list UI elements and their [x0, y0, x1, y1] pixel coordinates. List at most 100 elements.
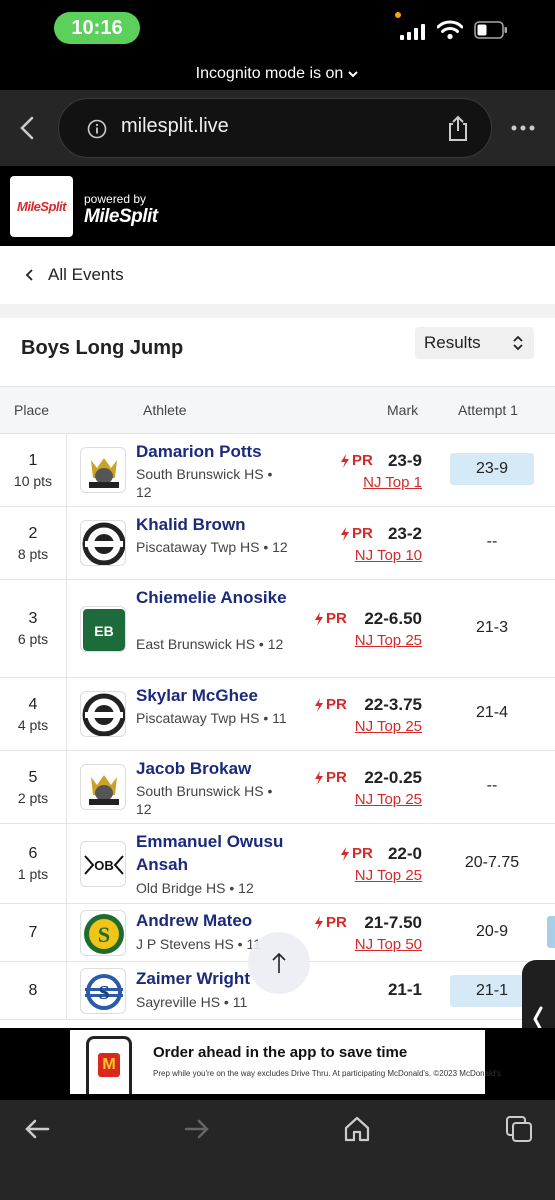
athlete-school: Old Bridge HS • 12 [136, 880, 254, 896]
header-attempt: Attempt 1 [458, 402, 518, 418]
rank-link[interactable]: NJ Top 10 [355, 547, 422, 564]
milesplit-logo-text: MileSplit [17, 199, 66, 214]
site-info-icon[interactable] [87, 119, 107, 139]
rank-link[interactable]: NJ Top 25 [355, 791, 422, 808]
event-title: Boys Long Jump [21, 337, 184, 359]
athlete-name[interactable]: Chiemelie Anosike [136, 586, 306, 609]
mark-value: 21-7.50 [364, 913, 422, 932]
table-row[interactable]: 4 4 pts Skylar McGhee Piscataway Twp HS … [0, 678, 555, 751]
share-icon[interactable] [445, 114, 471, 142]
athlete-name[interactable]: Andrew Mateo [136, 909, 306, 932]
battery-icon [474, 21, 507, 39]
sayreville-logo: S [80, 968, 126, 1014]
all-events-label: All Events [48, 265, 124, 284]
chevron-down-icon [348, 71, 359, 78]
athlete-name[interactable]: Skylar McGhee [136, 684, 306, 707]
pr-label: PR [326, 914, 347, 931]
athlete-name[interactable]: Jacob Brokaw [136, 757, 306, 780]
powered-by-brand: MileSplit [84, 206, 158, 227]
attempt-value: 21-3 [475, 619, 509, 636]
athlete-name[interactable]: Emmanuel Owusu Ansah [136, 830, 306, 876]
rank-link[interactable]: NJ Top 50 [355, 936, 422, 953]
attempt-value: 23-9 [450, 453, 534, 485]
status-time: 10:16 [54, 12, 140, 44]
table-row[interactable]: 3 6 pts EB Chiemelie Anosike East Brunsw… [0, 580, 555, 678]
advertisement[interactable]: M Order ahead in the app to save time Pr… [70, 1030, 501, 1094]
pr-badge: PR [314, 696, 347, 713]
incognito-banner[interactable]: Incognito mode is on [0, 58, 555, 90]
back-arrow-icon[interactable] [22, 1114, 52, 1144]
lightning-icon [315, 915, 323, 930]
athlete-name[interactable]: Damarion Potts [136, 440, 306, 463]
place-cell: 7 [0, 904, 67, 961]
mark-value: 23-2 [387, 524, 422, 543]
place-number: 1 [28, 451, 38, 469]
athlete-name[interactable]: Khalid Brown [136, 513, 306, 536]
header-place: Place [14, 402, 50, 418]
old-bridge-logo: OB [80, 841, 126, 887]
scroll-to-top-button[interactable] [248, 932, 310, 994]
pr-label: PR [326, 769, 347, 786]
browser-bottom-nav [0, 1100, 555, 1200]
attempt-value: 20-7.75 [464, 854, 520, 871]
all-events-link[interactable]: All Events [0, 246, 555, 304]
athlete-school: South Brunswick HS • 12 [136, 783, 273, 817]
east-brunswick-logo: EB [80, 606, 126, 652]
attempt-value: -- [486, 533, 498, 550]
pr-label: PR [352, 845, 373, 862]
header-athlete: Athlete [143, 402, 187, 418]
rank-link[interactable]: NJ Top 1 [363, 474, 422, 491]
phone-icon: M [86, 1036, 132, 1094]
address-bar[interactable]: milesplit.live [58, 98, 492, 158]
mark-value: 22-3.75 [364, 695, 422, 714]
pr-badge: PR [314, 914, 347, 931]
milesplit-logo[interactable]: MileSplit [10, 176, 73, 237]
table-row[interactable]: 6 1 pts OB Emmanuel Owusu Ansah Old Brid… [0, 824, 555, 904]
place-points: 10 pts [13, 472, 53, 489]
place-points: 6 pts [17, 631, 49, 647]
attempt-value: 21-4 [475, 704, 509, 721]
svg-text:S: S [98, 982, 109, 1004]
athlete-school: South Brunswick HS • 12 [136, 466, 273, 500]
mark-value: 23-9 [387, 451, 422, 470]
rank-link[interactable]: NJ Top 25 [355, 632, 422, 649]
table-row[interactable]: 1 10 pts Damarion Potts South Brunswick … [0, 434, 555, 507]
jp-stevens-logo: S [80, 910, 126, 956]
athlete-school: East Brunswick HS • 12 [136, 636, 284, 652]
place-number: 3 [28, 610, 38, 627]
mcdonalds-logo: M [98, 1053, 120, 1077]
viking-logo [80, 447, 126, 493]
chevron-left-icon [25, 269, 33, 281]
wifi-icon [437, 20, 463, 40]
tabs-icon[interactable] [504, 1114, 534, 1144]
pr-label: PR [352, 525, 373, 542]
home-icon[interactable] [342, 1114, 372, 1144]
piscataway-logo [80, 691, 126, 737]
attempt-value: 20-9 [475, 923, 509, 940]
lightning-icon [341, 846, 349, 861]
arrow-up-icon [272, 952, 286, 973]
lightning-icon [315, 697, 323, 712]
attempt-value: -- [486, 777, 498, 794]
athlete-school: Sayreville HS • 11 [136, 994, 248, 1010]
view-select[interactable]: Results [415, 327, 534, 359]
ad-title: Order ahead in the app to save time [153, 1044, 408, 1061]
side-panel-handle[interactable] [522, 960, 555, 1028]
more-options-icon[interactable] [510, 120, 536, 136]
view-select-value: Results [424, 333, 481, 352]
place-number: 2 [28, 524, 38, 542]
table-row[interactable]: 2 8 pts Khalid Brown Piscataway Twp HS •… [0, 507, 555, 580]
pr-label: PR [326, 696, 347, 713]
place-cell: 4 4 pts [0, 678, 67, 750]
place-cell: 1 10 pts [0, 434, 67, 506]
rank-link[interactable]: NJ Top 25 [355, 718, 422, 735]
browser-back-icon[interactable] [14, 114, 42, 142]
forward-arrow-icon[interactable] [182, 1114, 212, 1144]
place-number: 5 [28, 768, 38, 786]
powered-by-label: powered by [84, 192, 147, 206]
pr-badge: PR [340, 452, 373, 469]
place-number: 8 [28, 981, 38, 999]
table-row[interactable]: 5 2 pts Jacob Brokaw South Brunswick HS … [0, 751, 555, 824]
place-cell: 3 6 pts [0, 580, 67, 677]
rank-link[interactable]: NJ Top 25 [355, 867, 422, 884]
